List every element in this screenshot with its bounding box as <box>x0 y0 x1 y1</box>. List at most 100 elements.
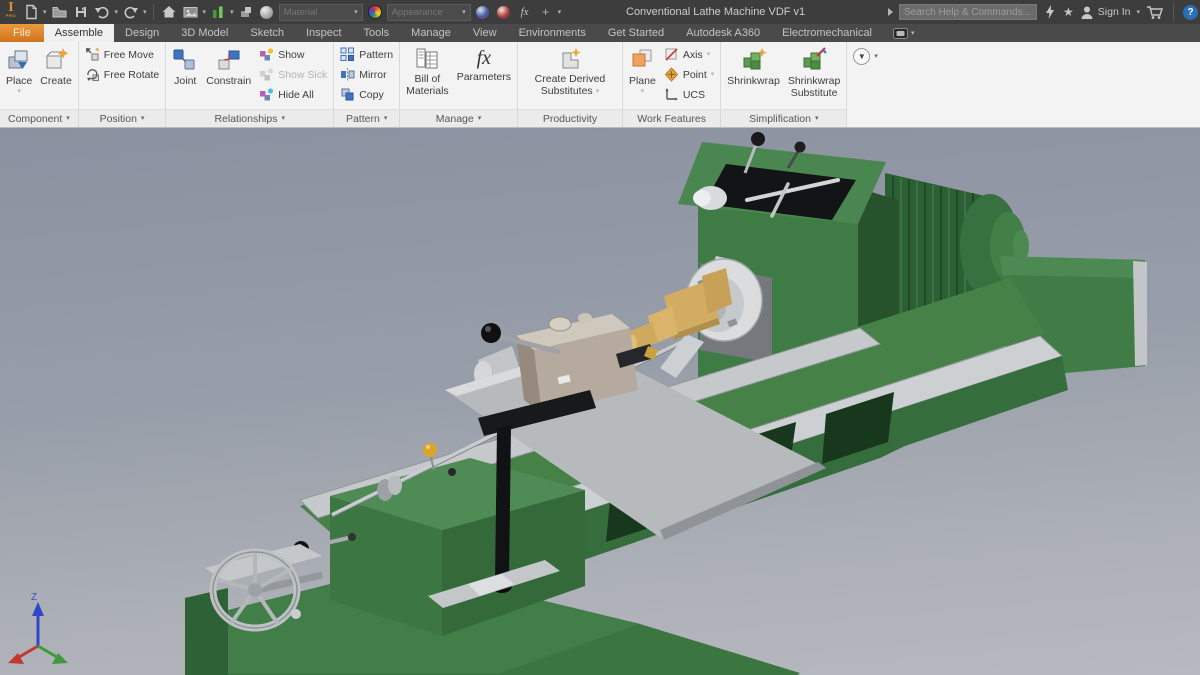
ribbon-collapse-caret-icon[interactable]: ▾ <box>874 53 878 60</box>
material-dropdown[interactable]: Material ▾ <box>278 3 363 21</box>
color-wheel-icon <box>367 5 382 19</box>
axis-icon <box>665 48 678 61</box>
free-move-icon <box>85 48 99 61</box>
point-button[interactable]: Point ▾ <box>662 65 716 84</box>
new-file-button[interactable] <box>22 2 40 22</box>
joint-button[interactable]: Joint <box>170 45 200 90</box>
measure-caret-icon[interactable]: ▾ <box>230 9 234 16</box>
show-button[interactable]: Show <box>257 45 329 64</box>
tab-sketch[interactable]: Sketch <box>239 24 295 42</box>
sign-in-button[interactable]: Sign In <box>1080 5 1130 20</box>
tab-label: File <box>13 27 31 39</box>
panel-footer-productivity[interactable]: Productivity <box>517 109 622 127</box>
appearance-dropdown[interactable]: Appearance ▾ <box>386 3 471 21</box>
bom-label-line2: Materials <box>406 84 449 97</box>
search-input[interactable] <box>899 4 1038 20</box>
ribbon-collapse-icon: ▼ <box>857 51 866 61</box>
tab-overflow-button[interactable]: ▾ <box>883 24 925 42</box>
pattern-button[interactable]: Pattern <box>338 45 395 64</box>
parameters-quick-button[interactable]: fx <box>516 2 534 22</box>
bill-of-materials-button[interactable]: Bill of Materials <box>404 45 451 99</box>
redo-caret-icon[interactable]: ▾ <box>143 9 147 16</box>
command-bolt-icon[interactable] <box>1043 4 1057 20</box>
panel-footer-manage[interactable]: Manage ▾ <box>400 109 517 127</box>
copy-button[interactable]: Copy <box>338 85 395 104</box>
adjust-appearance-button[interactable] <box>474 2 492 22</box>
tab-inspect[interactable]: Inspect <box>295 24 352 42</box>
shrinkwrap-substitute-button[interactable]: Shrinkwrap Substitute <box>786 45 843 101</box>
tab-label: Assemble <box>54 27 104 39</box>
tab-view[interactable]: View <box>462 24 508 42</box>
mirror-button[interactable]: Mirror <box>338 65 395 84</box>
component-small-button[interactable] <box>237 2 255 22</box>
free-move-button[interactable]: Free Move <box>83 45 161 64</box>
hide-all-button[interactable]: Hide All <box>257 85 329 104</box>
tab-label: Autodesk A360 <box>686 27 761 39</box>
media-box-icon <box>893 27 908 39</box>
show-sick-button[interactable]: Show Sick <box>257 65 329 84</box>
show-label: Show <box>278 48 305 61</box>
ribbon-collapse-button[interactable]: ▼ <box>853 48 871 65</box>
redo-icon <box>124 6 139 19</box>
3d-viewport[interactable]: Z <box>0 128 1200 675</box>
tab-autodesk-a360[interactable]: Autodesk A360 <box>675 24 771 42</box>
open-button[interactable] <box>50 2 69 22</box>
sphere-display-button[interactable] <box>258 2 276 22</box>
tab-electromechanical[interactable]: Electromechanical <box>771 24 883 42</box>
panel-footer-component[interactable]: Component ▾ <box>0 109 78 127</box>
panel-label: Work Features <box>637 112 706 125</box>
ucs-button[interactable]: UCS <box>662 85 716 104</box>
render-caret-icon[interactable]: ▾ <box>203 9 207 16</box>
new-file-caret-icon[interactable]: ▾ <box>43 9 47 16</box>
component-small-icon <box>241 7 252 17</box>
create-button[interactable]: Create <box>38 45 74 90</box>
panel-label: Simplification <box>749 112 811 125</box>
tab-get-started[interactable]: Get Started <box>597 24 675 42</box>
measure-button[interactable] <box>209 2 227 22</box>
tab-file[interactable]: File <box>0 24 44 42</box>
favorites-star-icon[interactable]: ★ <box>1063 6 1074 18</box>
save-button[interactable] <box>72 2 90 22</box>
parameters-button[interactable]: fx Parameters <box>455 45 513 86</box>
clear-appearance-button[interactable] <box>495 2 513 22</box>
panel-footer-relationships[interactable]: Relationships ▾ <box>166 109 334 127</box>
point-caret-icon: ▾ <box>710 71 715 78</box>
tab-manage[interactable]: Manage <box>400 24 462 42</box>
tab-assemble[interactable]: Assemble <box>43 24 115 42</box>
inventor-logo-sub: PRO <box>5 13 17 18</box>
panel-footer-simplification[interactable]: Simplification ▾ <box>721 109 847 127</box>
tab-3d-model[interactable]: 3D Model <box>170 24 239 42</box>
derived-label-line2: Substitutes <box>540 84 593 97</box>
undo-caret-icon[interactable]: ▾ <box>115 9 119 16</box>
plane-button[interactable]: Plane ▾ <box>627 45 658 97</box>
tab-label: Electromechanical <box>782 27 872 39</box>
help-button[interactable]: ? <box>1183 4 1198 20</box>
redo-button[interactable] <box>121 2 140 22</box>
panel-footer-pattern[interactable]: Pattern ▾ <box>334 109 400 127</box>
appearance-caret-icon: ▾ <box>462 8 466 16</box>
panel-footer-work-features[interactable]: Work Features <box>622 109 721 127</box>
add-toolbar-button[interactable]: + <box>537 2 555 22</box>
customize-toolbar-caret-icon[interactable]: ▾ <box>558 9 562 16</box>
panel-footer-position[interactable]: Position ▾ <box>78 109 166 127</box>
tab-design[interactable]: Design <box>114 24 170 42</box>
sign-in-caret-icon[interactable]: ▾ <box>1136 9 1140 16</box>
create-derived-substitutes-button[interactable]: Create Derived Substitutes ▾ <box>533 45 608 99</box>
constrain-button[interactable]: Constrain <box>204 45 253 90</box>
axis-button[interactable]: Axis ▾ <box>662 45 716 64</box>
place-button[interactable]: Place ▾ <box>4 45 34 97</box>
search-expand-arrow-icon[interactable] <box>888 8 894 16</box>
home-view-button[interactable] <box>160 2 178 22</box>
document-title: Conventional Lathe Machine VDF v1 <box>626 6 806 18</box>
plus-icon: + <box>542 5 550 19</box>
inventor-logo[interactable]: I PRO <box>3 1 19 23</box>
shrinkwrap-button[interactable]: Shrinkwrap <box>725 45 782 90</box>
axis-caret-icon: ▾ <box>706 51 711 58</box>
appearance-wheel-button[interactable] <box>366 2 384 22</box>
tab-tools[interactable]: Tools <box>352 24 400 42</box>
free-rotate-button[interactable]: Free Rotate <box>83 65 161 84</box>
undo-button[interactable] <box>93 2 112 22</box>
tab-environments[interactable]: Environments <box>508 24 597 42</box>
render-button[interactable] <box>181 2 200 22</box>
cart-icon[interactable] <box>1146 4 1164 20</box>
